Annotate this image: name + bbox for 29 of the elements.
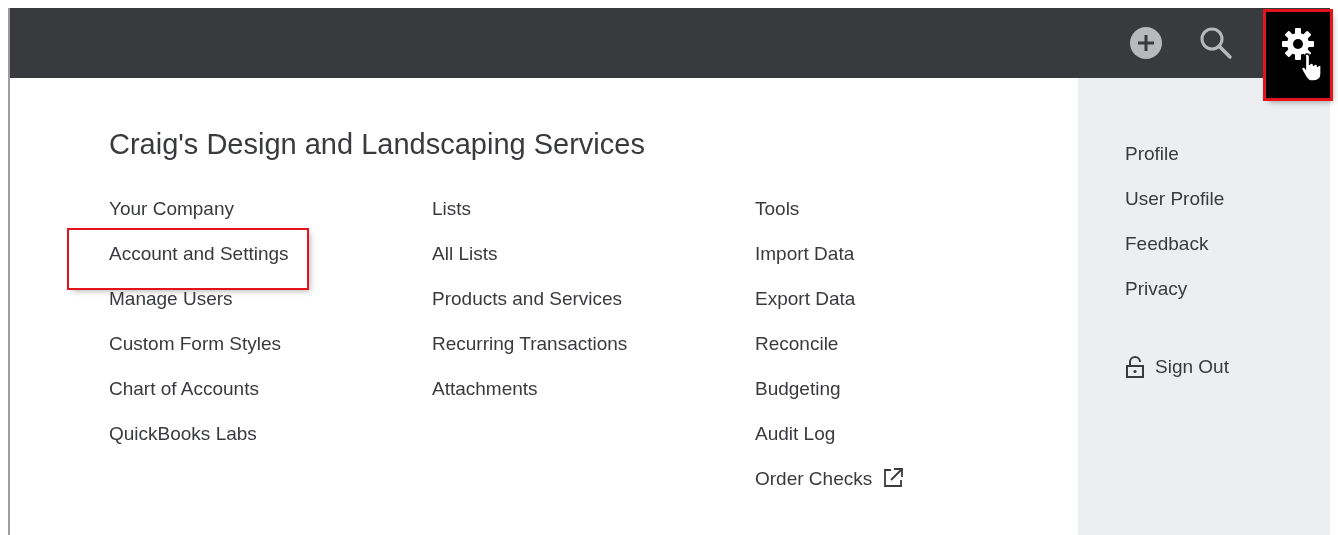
lock-icon (1125, 356, 1145, 378)
settings-button[interactable] (1266, 12, 1330, 98)
menu-link[interactable]: Audit Log (755, 423, 836, 468)
menu-link[interactable]: Chart of Accounts (109, 378, 259, 423)
panel-heading: Profile (1125, 143, 1179, 166)
column-heading: Lists (432, 198, 472, 221)
company-name: Craig's Design and Landscaping Services (109, 128, 646, 161)
menu-link[interactable]: Feedback (1125, 233, 1209, 278)
menu-link[interactable]: Account and Settings (69, 230, 307, 288)
menu-link[interactable]: All Lists (432, 243, 498, 288)
menu-link[interactable]: Recurring Transactions (432, 333, 628, 378)
sign-out-link[interactable]: Sign Out (1125, 356, 1229, 378)
search-icon (1199, 26, 1233, 60)
menu-link[interactable]: Privacy (1125, 278, 1188, 323)
menu-link[interactable]: QuickBooks Labs (109, 423, 257, 468)
column-heading: Your Company (109, 198, 234, 221)
menu-link[interactable]: Custom Form Styles (109, 333, 282, 378)
menu-link[interactable]: Reconcile (755, 333, 839, 378)
menu-link[interactable]: Attachments (432, 378, 538, 423)
menu-link[interactable]: User Profile (1125, 188, 1225, 233)
add-icon (1129, 26, 1163, 60)
settings-icon (1280, 26, 1316, 62)
menu-link[interactable]: Export Data (755, 288, 856, 333)
column-heading: Tools (755, 198, 800, 221)
menu-link[interactable]: Import Data (755, 243, 855, 288)
menu-link[interactable]: Budgeting (755, 378, 841, 423)
menu-link[interactable]: Order Checks (755, 468, 905, 513)
menu-link[interactable]: Products and Services (432, 288, 623, 333)
menu-link[interactable]: Manage Users (109, 288, 233, 333)
